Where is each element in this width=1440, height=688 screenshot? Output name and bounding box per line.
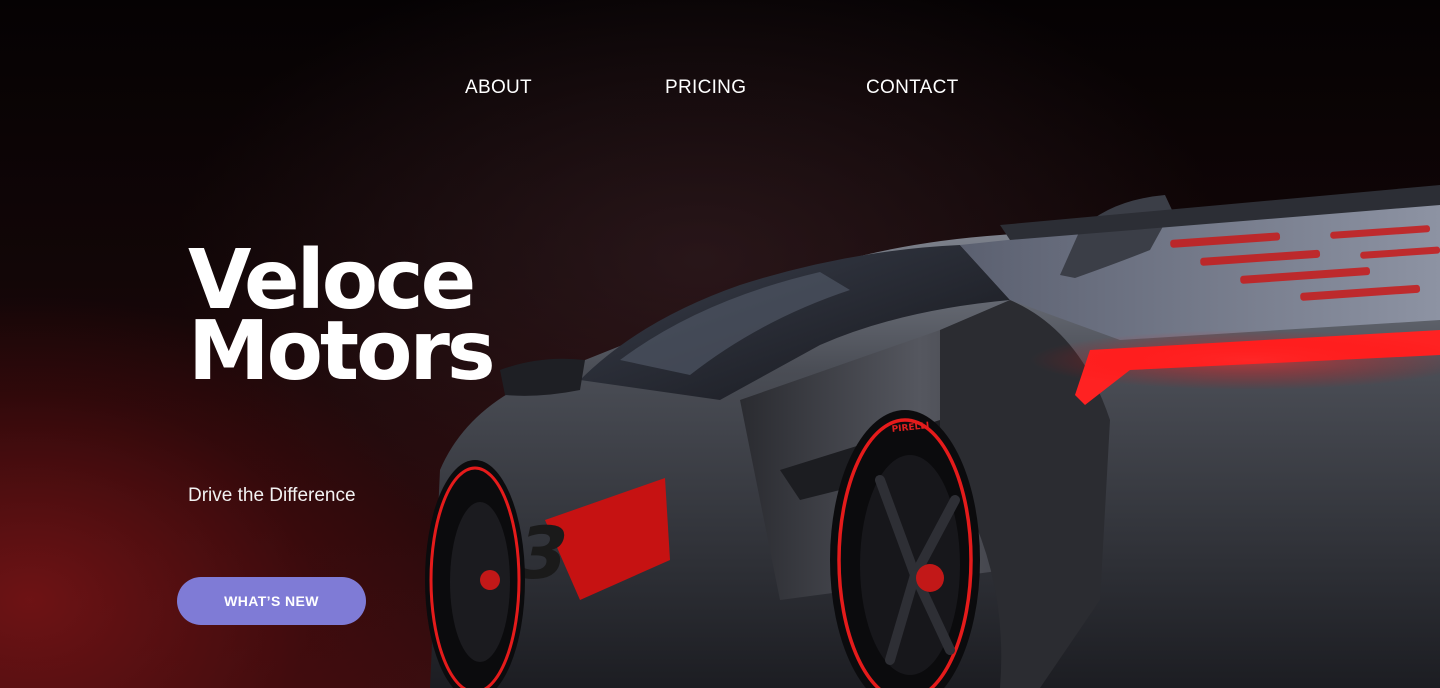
tagline: Drive the Difference [188, 485, 356, 506]
brand-title-line-2: Motors [188, 304, 496, 399]
nav-link-contact[interactable]: CONTACT [866, 76, 959, 100]
hero-section: 63 PIRELLI ABOUT PRICING CONTACT [0, 0, 1440, 688]
nav-link-about[interactable]: ABOUT [465, 76, 532, 100]
nav-link-pricing[interactable]: PRICING [665, 76, 746, 100]
whats-new-button[interactable]: WHAT’S NEW [177, 577, 366, 625]
